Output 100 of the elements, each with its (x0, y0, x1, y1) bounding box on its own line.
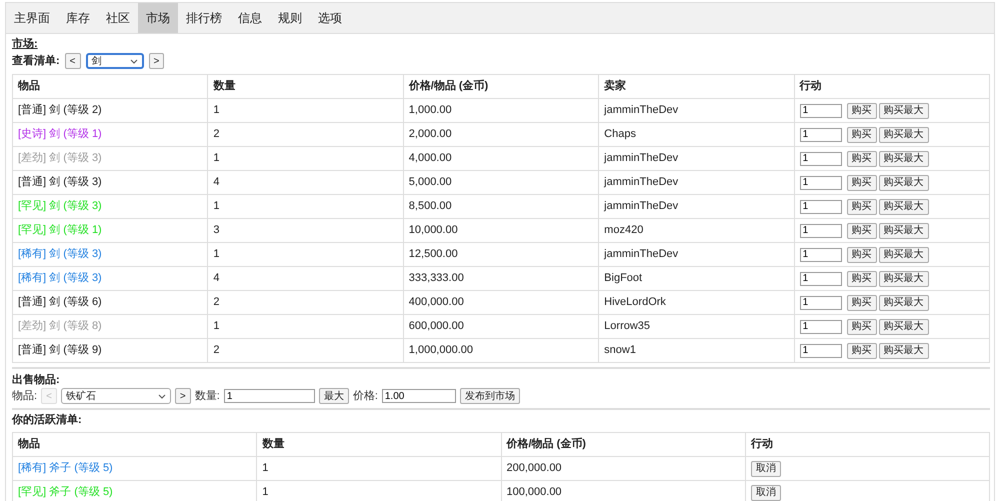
field-label: 价格: (352, 390, 378, 402)
quantity-field[interactable]: 1 (800, 224, 842, 238)
dropdown[interactable]: 铁矿石 (60, 388, 171, 404)
buy-max-button[interactable]: 购买最大 (878, 102, 929, 118)
table-cell: 8,500.00 (403, 194, 599, 218)
table-cell: 2 (208, 290, 404, 314)
quantity-field[interactable]: 1 (800, 200, 842, 214)
column-header: 行动 (794, 74, 990, 98)
table-cell: 2 (208, 338, 404, 362)
buy-max-button[interactable]: 购买最大 (878, 126, 929, 142)
table-cell: moz420 (598, 218, 794, 242)
buy-button[interactable]: 购买 (846, 126, 877, 142)
nav-button[interactable]: > (148, 53, 164, 69)
table-cell: 4 (208, 266, 404, 290)
table-cell: 400,000.00 (403, 290, 599, 314)
table-cell: Chaps (598, 122, 794, 146)
buy-button[interactable]: 购买 (846, 198, 877, 214)
table-cell: jamminTheDev (598, 98, 794, 122)
cancel-button[interactable]: 取消 (750, 484, 781, 500)
table-cell: jamminTheDev (598, 170, 794, 194)
table-cell: 600,000.00 (403, 314, 599, 338)
caret-icon (130, 58, 138, 64)
quantity-field[interactable]: 1 (800, 104, 842, 118)
table-cell: 2,000.00 (403, 122, 599, 146)
buy-max-button[interactable]: 购买最大 (878, 318, 929, 334)
section-title: 出售物品: (12, 374, 61, 387)
buy-button[interactable]: 购买 (846, 174, 877, 190)
table-cell: 4 (208, 170, 404, 194)
table-cell: 1,000.00 (403, 98, 599, 122)
post-button[interactable]: 发布到市场 (460, 388, 520, 404)
buy-max-button[interactable]: 购买最大 (878, 150, 929, 166)
quantity-field[interactable]: 1 (800, 272, 842, 286)
table-cell: [罕见] 剑 (等级 1) (12, 218, 208, 242)
nav-button[interactable]: < (64, 53, 81, 69)
quantity-field[interactable]: 1 (800, 152, 842, 166)
table-cell: 4,000.00 (403, 146, 599, 170)
price-field[interactable]: 1.00 (382, 389, 456, 403)
buy-max-button[interactable]: 购买最大 (878, 222, 929, 238)
buy-max-button[interactable]: 购买最大 (878, 246, 929, 262)
column-header: 物品 (12, 432, 257, 456)
buy-button[interactable]: 购买 (846, 222, 877, 238)
table-cell: [普通] 剑 (等级 2) (12, 98, 208, 122)
buy-button[interactable]: 购买 (846, 102, 877, 118)
buy-button[interactable]: 购买 (846, 246, 877, 262)
quantity-field[interactable]: 1 (224, 389, 315, 403)
tab[interactable]: 主界面 (6, 3, 58, 33)
buy-button[interactable]: 购买 (846, 294, 877, 310)
table-cell: jamminTheDev (598, 146, 794, 170)
quantity-field[interactable]: 1 (800, 296, 842, 310)
buy-max-button[interactable]: 购买最大 (878, 294, 929, 310)
buy-button[interactable]: 购买 (846, 270, 877, 286)
tab[interactable]: 社区 (98, 3, 138, 33)
table-cell: jamminTheDev (598, 242, 794, 266)
table-cell: [普通] 剑 (等级 3) (12, 170, 208, 194)
field-label: 查看清单: (12, 54, 60, 68)
table-cell: HiveLordOrk (598, 290, 794, 314)
table-cell: BigFoot (598, 266, 794, 290)
table-cell: [普通] 剑 (等级 6) (12, 290, 208, 314)
field-label: 物品: (12, 390, 38, 402)
column-header: 价格/物品 (金币) (403, 74, 599, 98)
quantity-field[interactable]: 1 (800, 176, 842, 190)
table-cell: 1 (208, 146, 404, 170)
max-button[interactable]: 最大 (318, 388, 349, 404)
tab[interactable]: 选项 (310, 3, 350, 33)
table-cell: 1,000,000.00 (403, 338, 599, 362)
table-cell: snow1 (598, 338, 794, 362)
table-cell: 2 (208, 122, 404, 146)
quantity-field[interactable]: 1 (800, 248, 842, 262)
tab[interactable]: 市场 (138, 3, 178, 33)
section-title: 市场: (12, 38, 39, 51)
table-cell: 12,500.00 (403, 242, 599, 266)
buy-button[interactable]: 购买 (846, 342, 877, 358)
dropdown[interactable]: 剑 (86, 53, 144, 69)
section-title: 你的活跃清单: (12, 414, 83, 427)
buy-max-button[interactable]: 购买最大 (878, 270, 929, 286)
table-cell: [稀有] 剑 (等级 3) (12, 242, 208, 266)
column-header: 卖家 (598, 74, 794, 98)
table-cell: [史诗] 剑 (等级 1) (12, 122, 208, 146)
buy-max-button[interactable]: 购买最大 (878, 342, 929, 358)
table-cell: [差劲] 剑 (等级 3) (12, 146, 208, 170)
table-cell: 3 (208, 218, 404, 242)
caret-icon (158, 394, 166, 398)
tab[interactable]: 规则 (270, 3, 310, 33)
tab[interactable]: 库存 (58, 3, 98, 33)
quantity-field[interactable]: 1 (800, 320, 842, 334)
cancel-button[interactable]: 取消 (750, 460, 781, 476)
table-cell: 1 (256, 456, 501, 480)
tab[interactable]: 排行榜 (178, 3, 230, 33)
quantity-field[interactable]: 1 (800, 128, 842, 142)
table-cell: [罕见] 剑 (等级 3) (12, 194, 208, 218)
buy-max-button[interactable]: 购买最大 (878, 174, 929, 190)
tab[interactable]: 信息 (230, 3, 270, 33)
nav-button[interactable]: > (174, 388, 191, 404)
quantity-field[interactable]: 1 (800, 344, 842, 358)
buy-max-button[interactable]: 购买最大 (878, 198, 929, 214)
table-cell: 200,000.00 (501, 456, 746, 480)
column-header: 物品 (12, 74, 208, 98)
buy-button[interactable]: 购买 (846, 150, 877, 166)
buy-button[interactable]: 购买 (846, 318, 877, 334)
table-cell: [稀有] 剑 (等级 3) (12, 266, 208, 290)
